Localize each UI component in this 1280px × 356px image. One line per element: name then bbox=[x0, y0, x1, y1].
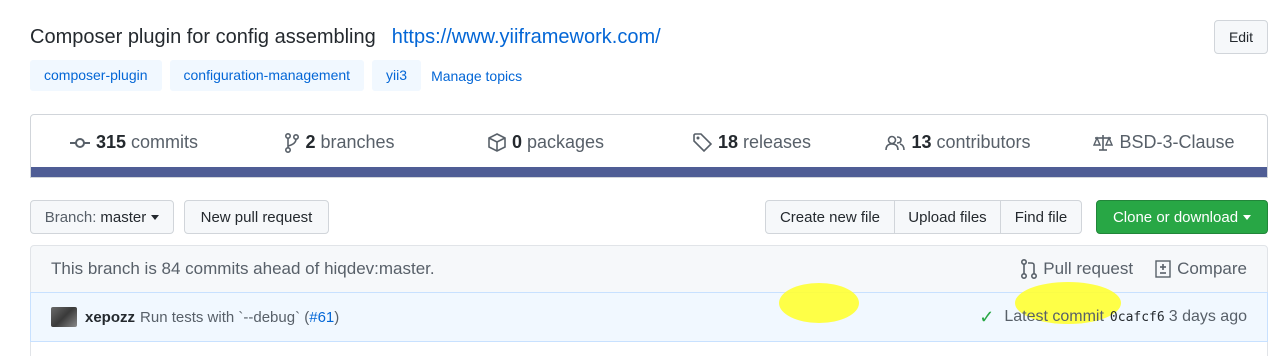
stat-contributors[interactable]: 13 contributors bbox=[855, 132, 1061, 153]
repo-stats-bar: 315 commits 2 branches 0 packages 18 rel… bbox=[30, 114, 1268, 178]
clone-label: Clone or download bbox=[1112, 208, 1239, 226]
tag-icon bbox=[693, 133, 712, 152]
pull-request-link[interactable]: Pull request bbox=[1021, 259, 1133, 279]
commit-icon bbox=[69, 137, 90, 148]
topics-list: composer-plugin configuration-management… bbox=[30, 60, 522, 91]
diff-icon bbox=[1155, 260, 1171, 278]
releases-count: 18 bbox=[717, 132, 738, 152]
branches-count: 2 bbox=[305, 132, 316, 152]
compare-link[interactable]: Compare bbox=[1155, 259, 1247, 279]
commit-meta: ✓ Latest commit 0cafcf6 3 days ago bbox=[779, 282, 1247, 338]
branch-status-text: This branch is 84 commits ahead of hiqde… bbox=[51, 259, 435, 278]
stat-commits[interactable]: 315 commits bbox=[31, 132, 237, 153]
commit-time: 3 days ago bbox=[1168, 308, 1247, 325]
manage-topics-link[interactable]: Manage topics bbox=[431, 68, 522, 84]
pull-request-label: Pull request bbox=[1043, 259, 1134, 278]
commit-message: Run tests with `--debug` (#61) bbox=[140, 309, 339, 326]
caret-down-icon bbox=[1243, 214, 1252, 220]
file-actions-group: Create new file Upload files Find file bbox=[765, 200, 1082, 234]
latest-commit-label: Latest commit bbox=[1004, 308, 1104, 325]
clone-or-download-button[interactable]: Clone or download bbox=[1096, 200, 1268, 234]
avatar[interactable] bbox=[51, 307, 77, 327]
stat-license[interactable]: BSD-3-Clause bbox=[1061, 132, 1267, 153]
topic-tag[interactable]: configuration-management bbox=[169, 60, 365, 91]
language-bar[interactable] bbox=[31, 167, 1267, 177]
commit-pr-link[interactable]: #61 bbox=[309, 309, 334, 326]
commit-message-end: ) bbox=[334, 308, 340, 326]
caret-down-icon bbox=[151, 214, 160, 220]
license-label: BSD-3-Clause bbox=[1119, 132, 1235, 152]
branch-icon bbox=[285, 132, 300, 153]
commit-sha-link[interactable]: 0cafcf6 bbox=[1110, 310, 1165, 325]
packages-label: packages bbox=[526, 132, 605, 152]
stat-packages[interactable]: 0 packages bbox=[443, 132, 649, 153]
topic-tag[interactable]: yii3 bbox=[372, 60, 422, 91]
stat-releases[interactable]: 18 releases bbox=[649, 132, 855, 153]
branches-label: branches bbox=[320, 132, 395, 152]
repo-website-link[interactable]: https://www.yiiframework.com/ bbox=[392, 26, 661, 49]
topic-tag[interactable]: composer-plugin bbox=[30, 60, 162, 91]
commits-count: 315 bbox=[95, 132, 127, 152]
people-icon bbox=[885, 135, 906, 150]
edit-button[interactable]: Edit bbox=[1214, 20, 1268, 54]
new-pull-request-button[interactable]: New pull request bbox=[184, 200, 329, 234]
commit-author[interactable]: xepozz bbox=[85, 309, 135, 326]
commit-message-text[interactable]: Run tests with `--debug` ( bbox=[140, 309, 309, 326]
branch-name: master bbox=[100, 208, 147, 226]
check-icon[interactable]: ✓ bbox=[979, 307, 994, 328]
law-icon bbox=[1093, 134, 1114, 151]
repo-description-row: Composer plugin for config assembling ht… bbox=[27, 22, 661, 54]
contributors-label: contributors bbox=[936, 132, 1031, 152]
compare-label: Compare bbox=[1177, 259, 1247, 278]
package-icon bbox=[488, 133, 506, 152]
packages-count: 0 bbox=[511, 132, 522, 152]
commits-label: commits bbox=[131, 132, 199, 152]
repo-description: Composer plugin for config assembling bbox=[27, 26, 376, 54]
releases-label: releases bbox=[742, 132, 812, 152]
branch-prefix: Branch: bbox=[44, 208, 97, 226]
latest-commit-bar: xepozz Run tests with `--debug` (#61) ✓ … bbox=[30, 282, 1268, 342]
find-file-button[interactable]: Find file bbox=[1000, 200, 1082, 234]
stat-branches[interactable]: 2 branches bbox=[237, 132, 443, 153]
branch-select-button[interactable]: Branch: master bbox=[30, 200, 174, 234]
create-new-file-button[interactable]: Create new file bbox=[765, 200, 895, 234]
contributors-count: 13 bbox=[911, 132, 932, 152]
git-pull-request-icon bbox=[1021, 259, 1038, 279]
file-list-top bbox=[30, 342, 1268, 356]
highlighter-mark bbox=[779, 283, 860, 323]
upload-files-button[interactable]: Upload files bbox=[894, 200, 1001, 234]
